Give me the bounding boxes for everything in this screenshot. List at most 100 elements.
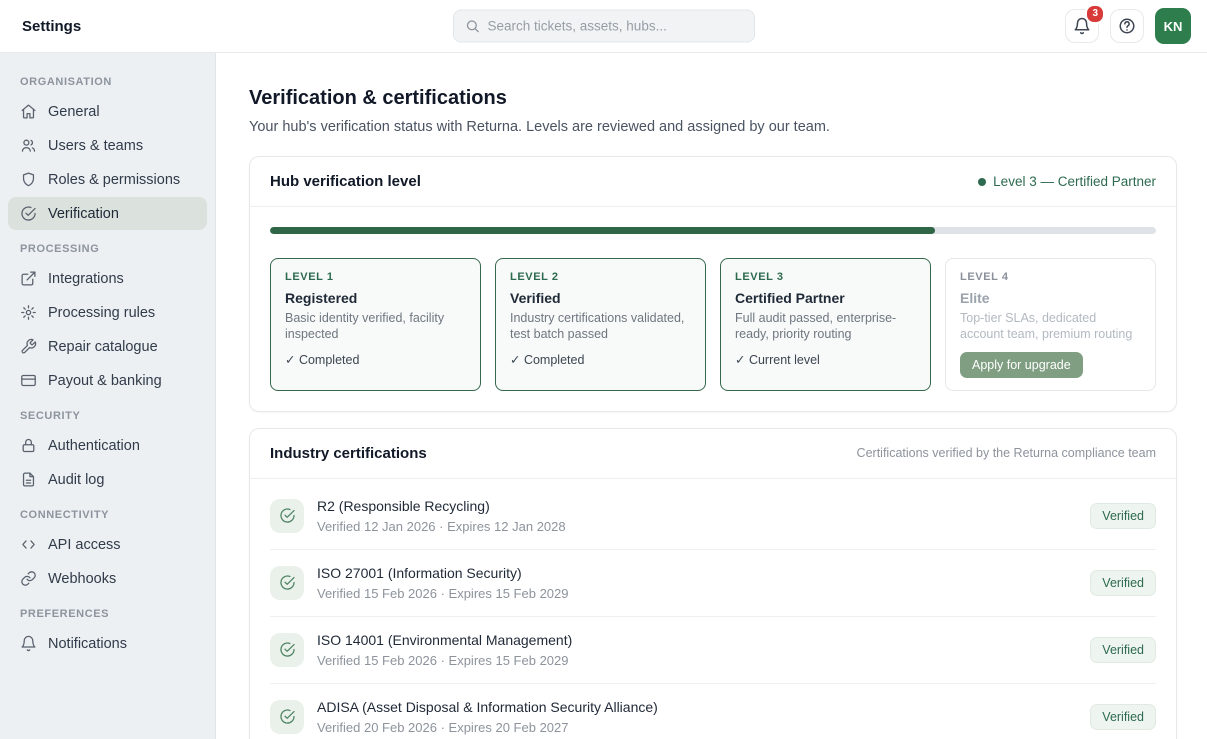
industry-certifications-header: Industry certifications Certifications v… — [250, 429, 1176, 479]
level-name: Elite — [960, 290, 1141, 306]
users-icon — [20, 137, 37, 154]
topbar-actions: 3 KN — [1065, 8, 1191, 44]
verified-badge: Verified — [1090, 503, 1156, 529]
level-description: Basic identity verified, facility inspec… — [285, 310, 466, 343]
certification-text: ISO 27001 (Information Security)Verified… — [317, 565, 1077, 601]
level-card-4: LEVEL 4EliteTop-tier SLAs, dedicated acc… — [945, 258, 1156, 391]
help-icon — [1118, 17, 1136, 35]
sidebar-item-payout-banking[interactable]: Payout & banking — [8, 364, 207, 397]
credit-card-icon — [20, 372, 37, 389]
apply-for-upgrade-button[interactable]: Apply for upgrade — [960, 352, 1083, 378]
certification-name: ADISA (Asset Disposal & Information Secu… — [317, 699, 1077, 715]
verified-badge: Verified — [1090, 570, 1156, 596]
certification-dates: Verified 12 Jan 2026 · Expires 12 Jan 20… — [317, 519, 1077, 534]
sidebar-item-label: Users & teams — [48, 138, 143, 154]
code-icon — [20, 536, 37, 553]
verification-progress-fill — [270, 227, 935, 234]
sidebar: ORGANISATION General Users & teams Roles & … — [0, 53, 216, 739]
hub-verification-card-body: LEVEL 1 Registered Basic identity verified… — [250, 207, 1176, 411]
sidebar-section-label: ORGANISATION — [20, 76, 195, 88]
sidebar-item-label: Payout & banking — [48, 373, 162, 389]
hub-verification-card: Hub verification level Level 3 — Certifi… — [249, 156, 1177, 412]
verified-check-icon — [270, 499, 304, 533]
level-description: Industry certifications validated, test … — [510, 310, 691, 343]
sidebar-section-label: SECURITY — [20, 410, 195, 422]
notification-count-badge: 3 — [1085, 4, 1105, 24]
sidebar-section-label: PREFERENCES — [20, 608, 195, 620]
certification-row: ADISA (Asset Disposal & Information Secu… — [270, 684, 1156, 739]
certification-dates: Verified 15 Feb 2026 · Expires 15 Feb 20… — [317, 586, 1077, 601]
global-search[interactable] — [453, 10, 755, 43]
level-tag: LEVEL 1 — [285, 271, 466, 283]
verification-levels: LEVEL 1 Registered Basic identity verified… — [270, 258, 1156, 391]
level-tag: LEVEL 4 — [960, 271, 1141, 283]
sidebar-item-roles-permissions[interactable]: Roles & permissions — [8, 163, 207, 196]
verified-check-icon — [270, 633, 304, 667]
sidebar-item-label: Webhooks — [48, 571, 116, 587]
sidebar-section-label: PROCESSING — [20, 243, 195, 255]
certification-row: ISO 14001 (Environmental Management) Veri… — [270, 617, 1156, 684]
link-icon — [20, 570, 37, 587]
sidebar-item-audit-log[interactable]: Audit log — [8, 463, 207, 496]
sidebar-item-verification[interactable]: Verification — [8, 197, 207, 230]
current-level-label: Level 3 — Certified Partner — [993, 174, 1156, 189]
sidebar-item-repair-catalogue[interactable]: Repair catalogue — [8, 330, 207, 363]
check-circle-icon — [20, 205, 37, 222]
verification-progress-track — [270, 227, 1156, 234]
sidebar-item-users-teams[interactable]: Users & teams — [8, 129, 207, 162]
certification-dates: Verified 20 Feb 2026 · Expires 20 Feb 20… — [317, 720, 1077, 735]
level-name: Registered — [285, 290, 466, 306]
certification-row: ISO 27001 (Information Security)Verified… — [270, 550, 1156, 617]
sidebar-item-label: Integrations — [48, 271, 124, 287]
sidebar-item-general[interactable]: General — [8, 95, 207, 128]
current-level-status: Level 3 — Certified Partner — [978, 174, 1156, 189]
wrench-icon — [20, 338, 37, 355]
help-button[interactable] — [1110, 9, 1144, 43]
sidebar-item-label: Audit log — [48, 472, 104, 488]
sidebar-item-webhooks[interactable]: Webhooks — [8, 562, 207, 595]
notifications-button[interactable]: 3 — [1065, 9, 1099, 43]
verified-badge: Verified — [1090, 637, 1156, 663]
user-avatar[interactable]: KN — [1155, 8, 1191, 44]
top-bar: Settings 3 KN — [0, 0, 1207, 53]
sidebar-item-label: Authentication — [48, 438, 140, 454]
hub-verification-title: Hub verification level — [270, 173, 421, 190]
certification-row: R2 (Responsible Recycling)Verified 12 Ja… — [270, 483, 1156, 550]
verified-check-icon — [270, 700, 304, 734]
sidebar-item-integrations[interactable]: Integrations — [8, 262, 207, 295]
level-tag: LEVEL 2 — [510, 271, 691, 283]
compliance-note: Certifications verified by the Returna c… — [857, 446, 1156, 460]
certification-dates: Verified 15 Feb 2026 · Expires 15 Feb 20… — [317, 653, 1077, 668]
sidebar-item-label: Repair catalogue — [48, 339, 158, 355]
page-subtitle: Your hub's verification status with Retu… — [249, 119, 1177, 135]
page-title: Verification & certifications — [249, 87, 1177, 110]
sidebar-section-label: CONNECTIVITY — [20, 509, 195, 521]
sidebar-item-api-access[interactable]: API access — [8, 528, 207, 561]
search-input[interactable] — [488, 19, 743, 34]
level-card-1: LEVEL 1 Registered Basic identity verified… — [270, 258, 481, 391]
gear-icon — [20, 304, 37, 321]
sidebar-item-label: Processing rules — [48, 305, 155, 321]
certification-text: ADISA (Asset Disposal & Information Secu… — [317, 699, 1077, 735]
shield-icon — [20, 171, 37, 188]
level-card-3: LEVEL 3Certified PartnerFull audit passe… — [720, 258, 931, 391]
sidebar-item-label: Verification — [48, 206, 119, 222]
external-link-icon — [20, 270, 37, 287]
sidebar-item-processing-rules[interactable]: Processing rules — [8, 296, 207, 329]
certification-text: R2 (Responsible Recycling)Verified 12 Ja… — [317, 498, 1077, 534]
sidebar-item-notifications[interactable]: Notifications — [8, 627, 207, 660]
sidebar-item-authentication[interactable]: Authentication — [8, 429, 207, 462]
level-card-2: LEVEL 2 Verified Industry certifications v… — [495, 258, 706, 391]
level-tag: LEVEL 3 — [735, 271, 916, 283]
level-status: ✓ Completed — [510, 352, 691, 367]
certification-name: ISO 14001 (Environmental Management) — [317, 632, 1077, 648]
industry-certifications-title: Industry certifications — [270, 445, 427, 462]
main-content: Verification & certifications Your hub's… — [216, 53, 1207, 739]
level-status: ✓ Completed — [285, 352, 466, 367]
level-name: Verified — [510, 290, 691, 306]
app-layout: ORGANISATION General Users & teams Roles & … — [0, 53, 1207, 739]
certification-list: R2 (Responsible Recycling)Verified 12 Ja… — [250, 479, 1176, 739]
home-icon — [20, 103, 37, 120]
search-icon — [465, 19, 480, 34]
status-dot-icon — [978, 178, 986, 186]
